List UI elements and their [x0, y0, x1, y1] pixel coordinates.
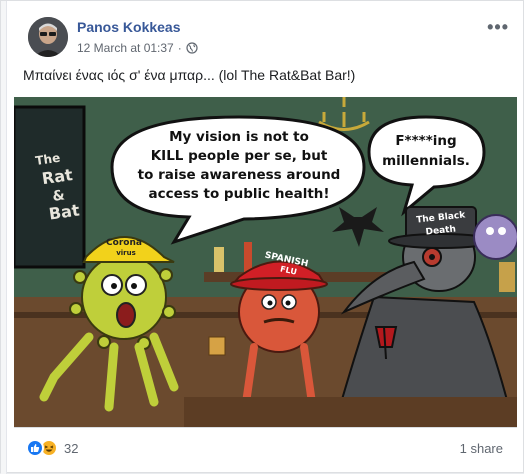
more-options-button[interactable]: •••	[487, 17, 509, 38]
timestamp[interactable]: 12 March at 01:37	[77, 41, 174, 55]
author-name[interactable]: Panos Kokkeas	[77, 19, 181, 35]
post-image-cartoon[interactable]: The Rat & Bat My vision is not to KILL p…	[14, 97, 517, 427]
post-footer: 32 1 share	[14, 427, 517, 473]
like-icon	[26, 439, 44, 457]
reaction-count: 32	[64, 440, 79, 456]
bubble-left-line-3: to raise awareness around	[138, 167, 341, 183]
bubble-left-line-1: My vision is not to	[169, 129, 309, 145]
corona-cap-line-2: virus	[116, 249, 136, 257]
bubble-right-line-2: millennials.	[382, 153, 470, 169]
post-card: Panos Kokkeas 12 March at 01:37 · ••• Μπ…	[0, 0, 524, 474]
author-avatar[interactable]	[28, 17, 68, 57]
corona-cap-line-1: Corona	[106, 238, 142, 248]
reactions-summary[interactable]: 32	[26, 439, 78, 457]
bubble-left-line-2: KILL people per se, but	[151, 148, 328, 164]
meta-separator: ·	[177, 41, 182, 55]
bubble-right-line-1: F****ing	[395, 133, 456, 149]
share-count-link[interactable]: 1 share	[460, 441, 503, 456]
left-edge	[1, 1, 7, 474]
bubble-left-line-4: access to public health!	[148, 186, 329, 202]
post-meta: 12 March at 01:37 ·	[77, 41, 198, 55]
globe-icon[interactable]	[186, 42, 198, 54]
post-text: Μπαίνει ένας ιός σ' ένα μπαρ... (lol The…	[23, 67, 356, 83]
